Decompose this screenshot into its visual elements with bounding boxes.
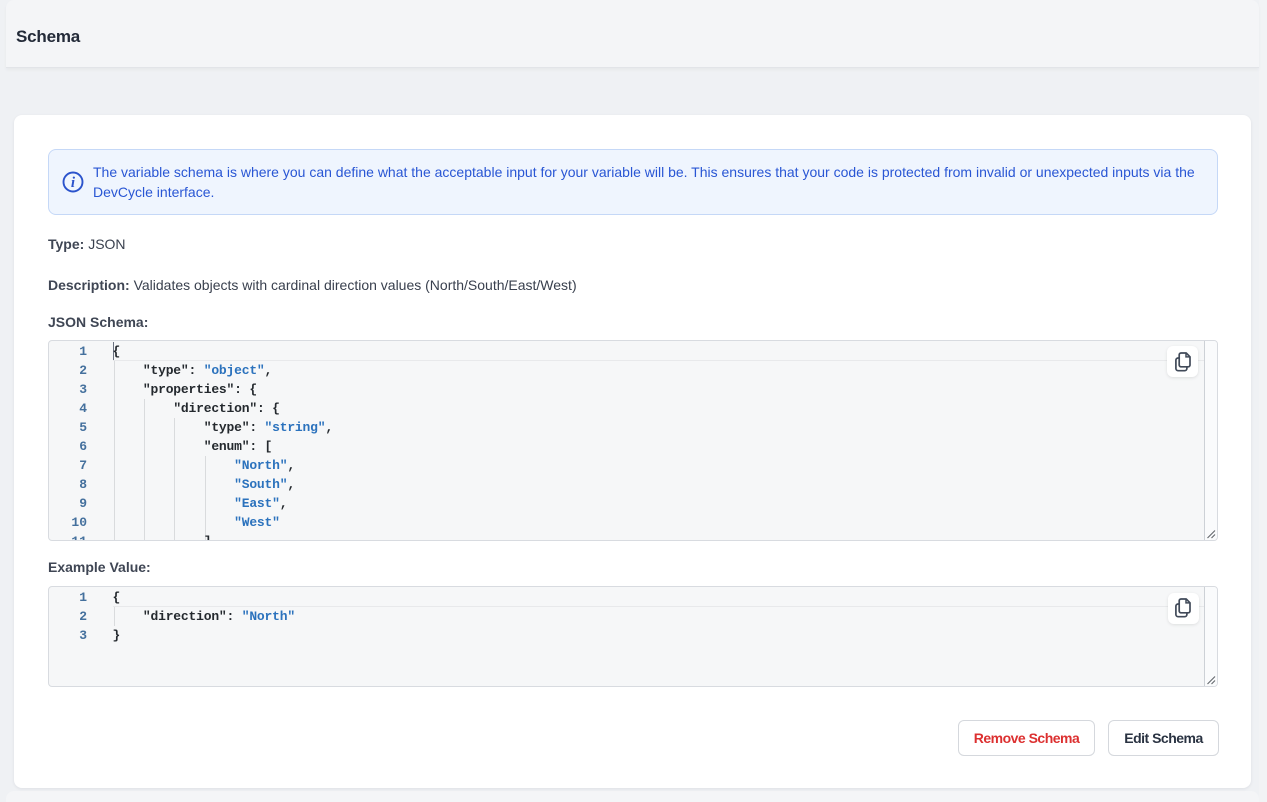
svg-text:i: i [71,175,76,191]
